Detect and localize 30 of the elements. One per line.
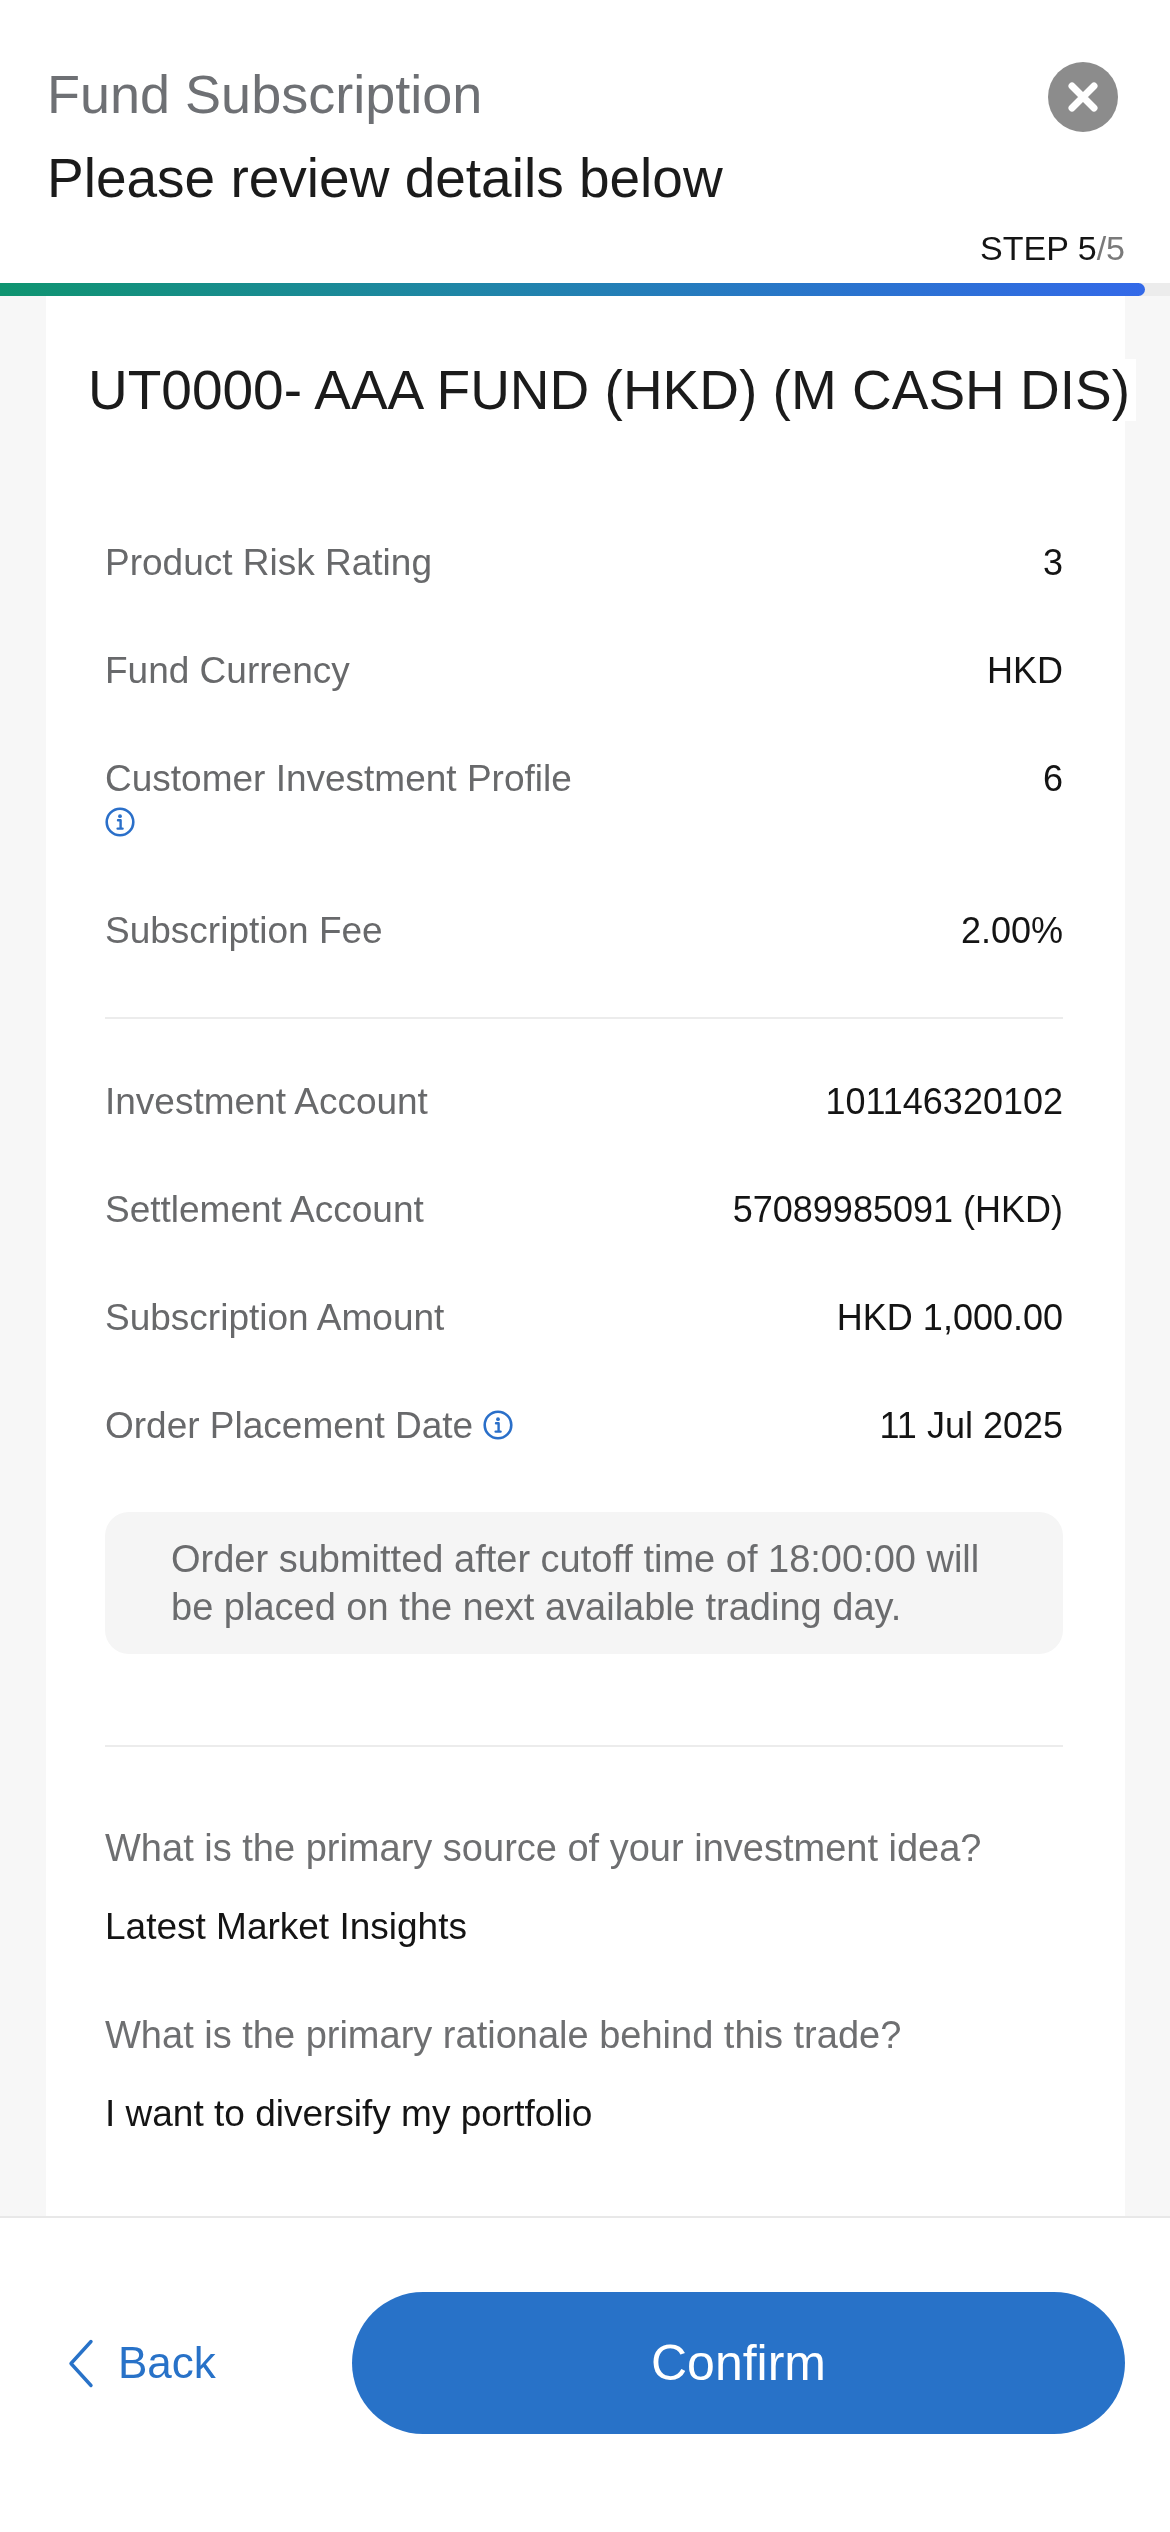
back-button[interactable]: Back: [68, 2338, 216, 2388]
info-icon[interactable]: [105, 807, 135, 838]
detail-label: Subscription Fee: [105, 910, 383, 951]
detail-value: HKD 1,000.00: [836, 1296, 1063, 1340]
detail-value: 6: [1042, 757, 1063, 801]
detail-value: 101146320102: [825, 1080, 1063, 1124]
step-counter: STEP 5/5: [980, 228, 1125, 268]
question-text: What is the primary source of your investment idea?: [105, 1826, 983, 1870]
close-icon[interactable]: [1048, 62, 1118, 132]
detail-label: Customer Investment Profile: [105, 758, 572, 799]
detail-value: 57089985091 (HKD): [732, 1188, 1063, 1232]
detail-label: Fund Currency: [105, 650, 350, 691]
detail-value: 11 Jul 2025: [879, 1404, 1063, 1448]
detail-label: Subscription Amount: [105, 1297, 445, 1338]
detail-value: HKD: [987, 649, 1063, 693]
detail-label: Order Placement Date: [105, 1405, 474, 1446]
detail-value: 2.00%: [960, 909, 1063, 953]
cutoff-note: Order submitted after cutoff time of 18:00:00 will be placed on the next available trading day.: [105, 1512, 1063, 1654]
answer-text: Latest Market Insights: [105, 1905, 468, 1949]
detail-label: Product Risk Rating: [105, 542, 432, 583]
detail-value: 3: [1042, 541, 1063, 585]
flow-title: Fund Subscription: [47, 64, 484, 124]
info-icon[interactable]: [483, 1410, 514, 1441]
chevron-left-icon: [68, 2338, 94, 2388]
detail-label: Investment Account: [105, 1081, 428, 1122]
confirm-button[interactable]: Confirm: [352, 2292, 1125, 2434]
detail-label: Settlement Account: [105, 1189, 424, 1230]
question-text: What is the primary rationale behind this trade?: [105, 2013, 903, 2057]
answer-text: I want to diversify my portfolio: [105, 2092, 594, 2136]
page-heading: Please review details below: [47, 148, 723, 208]
